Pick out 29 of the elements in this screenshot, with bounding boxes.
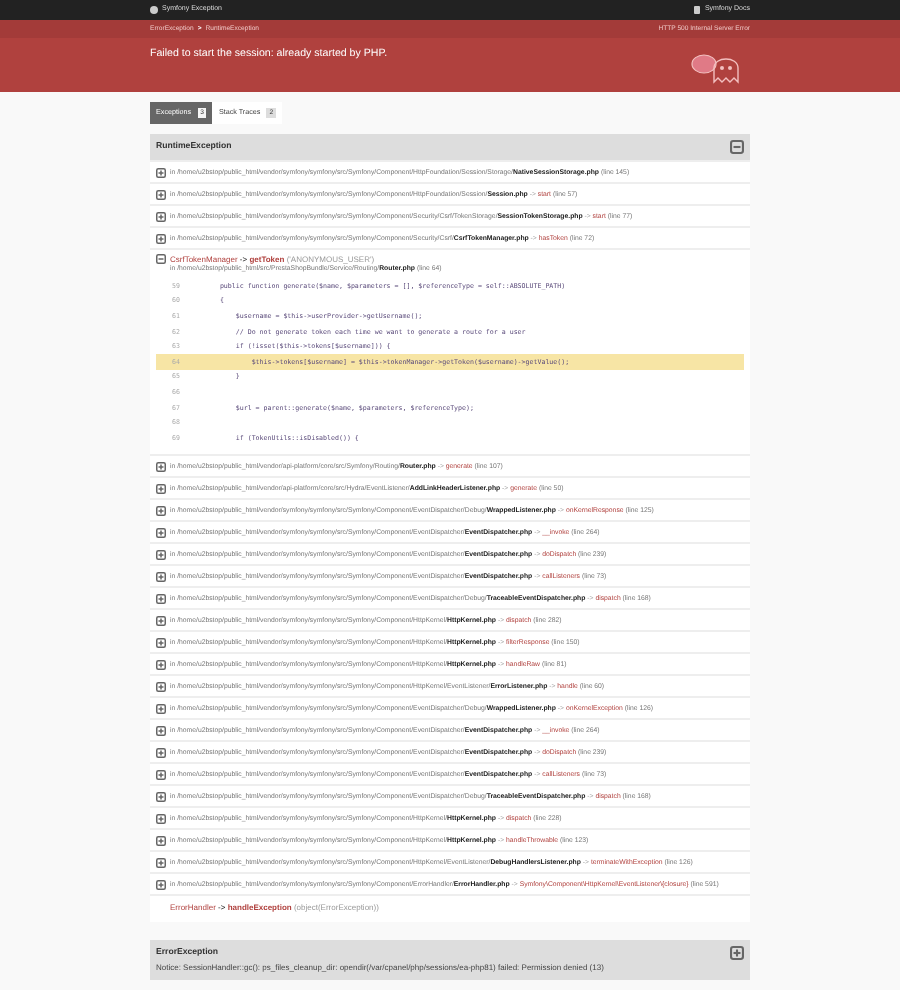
expand-icon[interactable] (156, 527, 166, 538)
expand-icon[interactable] (156, 189, 166, 199)
expand-icon[interactable] (156, 615, 166, 626)
expand-icon[interactable] (156, 593, 166, 604)
expand-icon[interactable] (156, 637, 166, 648)
collapse-icon[interactable] (730, 140, 744, 154)
book-icon (694, 6, 701, 14)
expand-icon[interactable] (156, 747, 166, 758)
expand-icon[interactable] (156, 167, 166, 177)
expand-icon[interactable] (156, 725, 166, 736)
expand-icon[interactable] (156, 233, 166, 243)
collapse-icon[interactable] (156, 254, 166, 264)
expand-icon[interactable] (156, 813, 166, 824)
expand-icon[interactable] (156, 681, 166, 692)
expand-icon[interactable] (156, 879, 166, 890)
expand-icon[interactable] (156, 791, 166, 802)
logo-icon (150, 6, 158, 14)
expand-icon[interactable] (156, 659, 166, 670)
expand-icon[interactable] (156, 505, 166, 516)
expand-icon[interactable] (156, 571, 166, 582)
expand-icon[interactable] (156, 549, 166, 560)
expand-icon[interactable] (156, 857, 166, 868)
expand-icon[interactable] (156, 483, 166, 494)
expand-icon[interactable] (156, 769, 166, 780)
expand-icon[interactable] (730, 946, 744, 961)
expand-icon[interactable] (156, 703, 166, 714)
expand-icon[interactable] (156, 461, 166, 472)
expand-icon[interactable] (156, 835, 166, 846)
expand-icon[interactable] (156, 211, 166, 221)
